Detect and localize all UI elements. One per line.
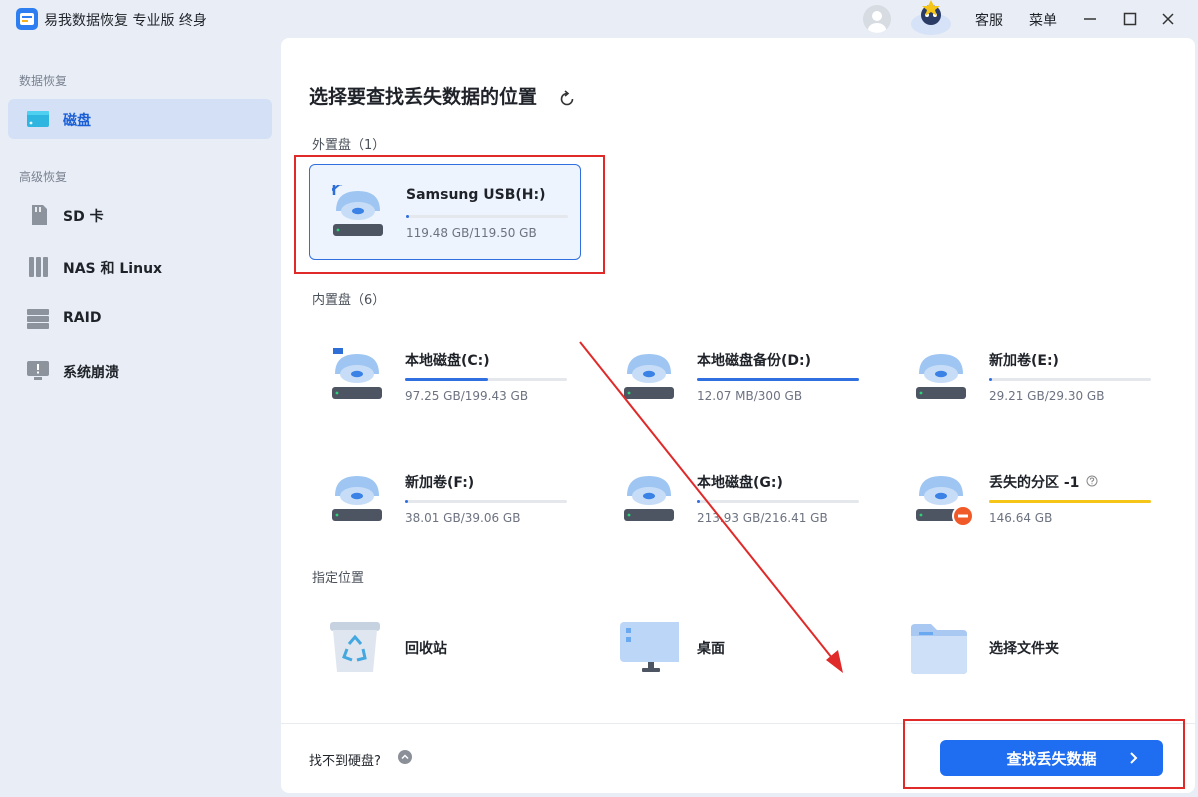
drive-name: 本地磁盘(G:) bbox=[697, 475, 783, 491]
maximize-icon[interactable] bbox=[1120, 9, 1140, 29]
internal-drives-label: 内置盘（6） bbox=[312, 293, 386, 308]
sidebar-item-raid[interactable]: RAID bbox=[8, 299, 272, 339]
hard-drive-icon bbox=[332, 476, 382, 521]
chevron-up-circle-icon[interactable] bbox=[398, 750, 412, 764]
folder-icon bbox=[911, 624, 967, 674]
drive-size: 29.21 GB/29.30 GB bbox=[989, 389, 1105, 403]
sidebar-item-nas[interactable]: NAS 和 Linux bbox=[8, 247, 272, 287]
sidebar-item-sd-card[interactable]: SD 卡 bbox=[8, 195, 272, 235]
usb-drive-icon bbox=[332, 185, 383, 236]
hard-drive-icon bbox=[916, 476, 974, 527]
drive-usage-bar bbox=[697, 500, 859, 503]
drive-card-f[interactable]: 新加卷(F:) 38.01 GB/39.06 GB bbox=[309, 450, 581, 546]
sidebar-section-data-recovery: 数据恢复 bbox=[19, 74, 68, 88]
sidebar-item-label: RAID bbox=[63, 310, 102, 326]
location-recycle-bin[interactable]: 回收站 bbox=[309, 610, 569, 680]
location-name: 选择文件夹 bbox=[989, 641, 1059, 657]
title-bar: 易我数据恢复 专业版 终身 客服 菜单 bbox=[0, 0, 1198, 38]
drive-size: 38.01 GB/39.06 GB bbox=[405, 511, 521, 525]
hard-drive-icon bbox=[624, 354, 674, 399]
drive-usage-bar bbox=[405, 378, 567, 381]
sidebar-item-label: SD 卡 bbox=[63, 209, 104, 225]
drive-name: 新加卷(E:) bbox=[989, 353, 1059, 369]
recycle-bin-icon bbox=[330, 622, 380, 672]
location-name: 桌面 bbox=[697, 641, 725, 657]
lost-partition-badge-icon bbox=[952, 505, 974, 527]
drive-usage-bar bbox=[697, 378, 859, 381]
chevron-right-icon bbox=[1130, 752, 1138, 764]
drive-name: 本地磁盘(C:) bbox=[405, 353, 490, 369]
drive-card-lost-partition[interactable]: 丢失的分区 -1 146.64 GB bbox=[893, 450, 1165, 546]
app-logo-icon bbox=[16, 8, 38, 30]
hard-drive-icon bbox=[916, 354, 966, 399]
drive-usage-bar bbox=[405, 500, 567, 503]
location-desktop[interactable]: 桌面 bbox=[601, 610, 861, 680]
location-name: 回收站 bbox=[405, 641, 447, 657]
drive-usage-bar bbox=[989, 500, 1151, 503]
locations-label: 指定位置 bbox=[312, 571, 365, 586]
desktop-icon bbox=[620, 622, 679, 672]
sidebar-item-disk[interactable]: 磁盘 bbox=[8, 99, 272, 139]
question-icon[interactable] bbox=[1086, 475, 1098, 487]
minimize-icon[interactable] bbox=[1080, 9, 1100, 29]
refresh-icon[interactable] bbox=[558, 90, 576, 108]
drive-size: 97.25 GB/199.43 GB bbox=[405, 389, 529, 403]
windows-icon bbox=[333, 348, 343, 354]
drive-usage-fill bbox=[405, 378, 488, 381]
sidebar-item-label: NAS 和 Linux bbox=[63, 261, 163, 277]
drive-card-c[interactable]: 本地磁盘(C:) 97.25 GB/199.43 GB bbox=[309, 328, 581, 424]
sidebar-item-label: 系统崩溃 bbox=[63, 365, 119, 381]
support-link[interactable]: 客服 bbox=[975, 10, 1003, 30]
raid-icon bbox=[27, 309, 49, 329]
drive-card-samsung-usb[interactable]: Samsung USB(H:) 119.48 GB/119.50 GB bbox=[309, 164, 581, 260]
main-panel: 选择要查找丢失数据的位置 外置盘（1） Samsung USB(H:) 119.… bbox=[281, 38, 1195, 793]
drive-size: 12.07 MB/300 GB bbox=[697, 389, 803, 403]
sidebar-item-label: 磁盘 bbox=[63, 113, 91, 129]
drive-usage-fill bbox=[697, 378, 859, 381]
drive-name: 本地磁盘备份(D:) bbox=[697, 353, 812, 369]
disk-icon bbox=[27, 111, 49, 127]
external-drives-label: 外置盘（1） bbox=[312, 138, 386, 153]
mascot-icon[interactable] bbox=[907, 0, 955, 36]
drive-size: 146.64 GB bbox=[989, 511, 1053, 525]
user-avatar[interactable] bbox=[863, 5, 891, 33]
drive-usage-bar bbox=[989, 378, 1151, 381]
hard-drive-icon bbox=[624, 476, 674, 521]
drive-usage-fill bbox=[405, 500, 409, 503]
scan-lost-data-button[interactable]: 查找丢失数据 bbox=[940, 740, 1163, 776]
system-crash-icon bbox=[27, 361, 49, 380]
sd-card-icon bbox=[32, 205, 47, 225]
drive-card-d[interactable]: 本地磁盘备份(D:) 12.07 MB/300 GB bbox=[601, 328, 873, 424]
drive-card-e[interactable]: 新加卷(E:) 29.21 GB/29.30 GB bbox=[893, 328, 1165, 424]
nas-icon bbox=[29, 257, 48, 277]
drive-usage-bar bbox=[406, 215, 568, 218]
close-icon[interactable] bbox=[1158, 9, 1178, 29]
app-title: 易我数据恢复 专业版 终身 bbox=[44, 13, 207, 29]
cannot-find-disk-link[interactable]: 找不到硬盘? bbox=[309, 750, 381, 769]
drive-usage-fill bbox=[697, 500, 701, 503]
sidebar-item-system-crash[interactable]: 系统崩溃 bbox=[8, 351, 272, 391]
sidebar-section-advanced-recovery: 高级恢复 bbox=[19, 170, 68, 184]
location-select-folder[interactable]: 选择文件夹 bbox=[893, 610, 1153, 680]
drive-size: 213.93 GB/216.41 GB bbox=[697, 511, 828, 525]
footer-divider bbox=[281, 723, 1195, 724]
drive-usage-fill bbox=[989, 500, 1151, 503]
menu-link[interactable]: 菜单 bbox=[1029, 10, 1057, 30]
drive-card-g[interactable]: 本地磁盘(G:) 213.93 GB/216.41 GB bbox=[601, 450, 873, 546]
drive-name: 丢失的分区 -1 bbox=[989, 475, 1080, 491]
drive-usage-fill bbox=[989, 378, 993, 381]
user-icon bbox=[868, 11, 886, 33]
sidebar: 数据恢复 磁盘 高级恢复 SD 卡 NAS 和 Linux RAID 系统崩溃 bbox=[0, 38, 280, 797]
drive-name: Samsung USB(H:) bbox=[406, 187, 546, 203]
drive-size: 119.48 GB/119.50 GB bbox=[406, 226, 537, 240]
drive-usage-fill bbox=[406, 215, 410, 218]
hard-drive-icon bbox=[332, 348, 382, 399]
drive-name: 新加卷(F:) bbox=[405, 475, 475, 491]
page-title: 选择要查找丢失数据的位置 bbox=[309, 86, 538, 108]
